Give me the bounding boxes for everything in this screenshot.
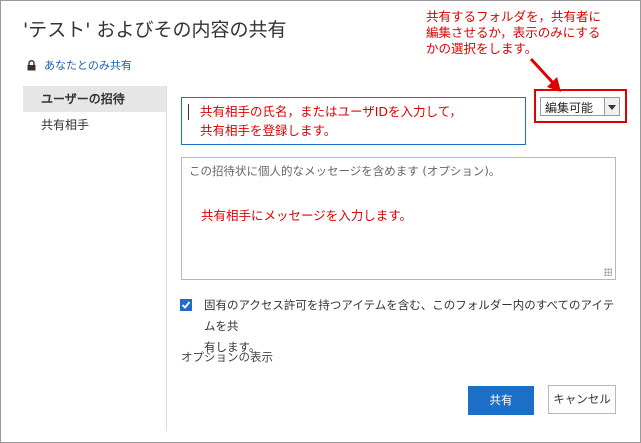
sharing-status-link[interactable]: あなたとのみ共有 <box>44 57 132 73</box>
chevron-down-icon[interactable] <box>604 98 619 115</box>
include-items-label-line1: 固有のアクセス許可を持つアイテムを含む、このフォルダー内のすべてのアイテムを共 <box>204 298 615 333</box>
checkmark-icon <box>181 301 191 309</box>
message-hint: 共有相手にメッセージを入力します。 <box>201 208 413 223</box>
text-cursor <box>188 104 189 120</box>
people-hint-line1: 共有相手の氏名，またはユーザIDを入力して， <box>200 104 462 119</box>
share-dialog: 'テスト' およびその内容の共有 あなたとのみ共有 ユーザーの招待 共有相手 共… <box>0 0 641 443</box>
dialog-nav: ユーザーの招待 共有相手 <box>23 86 166 138</box>
include-items-checkbox[interactable] <box>180 299 192 311</box>
lock-icon <box>27 59 36 71</box>
people-hint: 共有相手の氏名，またはユーザIDを入力して， 共有相手を登録します。 <box>200 102 462 140</box>
show-options-link[interactable]: オプションの表示 <box>181 349 273 365</box>
annotation-line3: かの選択をします。 <box>426 41 538 56</box>
permission-select[interactable]: 編集可能 <box>540 97 620 116</box>
share-button[interactable]: 共有 <box>468 386 534 415</box>
nav-item-shared-with[interactable]: 共有相手 <box>23 112 166 138</box>
people-hint-line2: 共有相手を登録します。 <box>200 123 337 138</box>
annotation-arrow-icon <box>529 57 561 92</box>
cancel-button[interactable]: キャンセル <box>548 385 616 414</box>
permission-select-value: 編集可能 <box>545 101 594 115</box>
nav-item-invite[interactable]: ユーザーの招待 <box>23 86 166 112</box>
resize-grip-icon[interactable] <box>604 268 612 276</box>
sharing-status: あなたとのみ共有 <box>27 57 132 73</box>
annotation-line2: 編集させるか，表示のみにする <box>426 25 601 40</box>
people-picker-input[interactable]: 共有相手の氏名，またはユーザIDを入力して， 共有相手を登録します。 <box>181 97 526 145</box>
message-textarea[interactable]: この招待状に個人的なメッセージを含めます (オプション)。 共有相手にメッセージ… <box>181 157 616 280</box>
annotation-callout: 共有するフォルダを，共有者に 編集させるか，表示のみにする かの選択をします。 <box>426 9 636 57</box>
message-placeholder: この招待状に個人的なメッセージを含めます (オプション)。 <box>189 164 501 178</box>
dialog-title: 'テスト' およびその内容の共有 <box>23 19 287 41</box>
annotation-line1: 共有するフォルダを，共有者に <box>426 9 602 24</box>
nav-divider <box>166 86 167 431</box>
